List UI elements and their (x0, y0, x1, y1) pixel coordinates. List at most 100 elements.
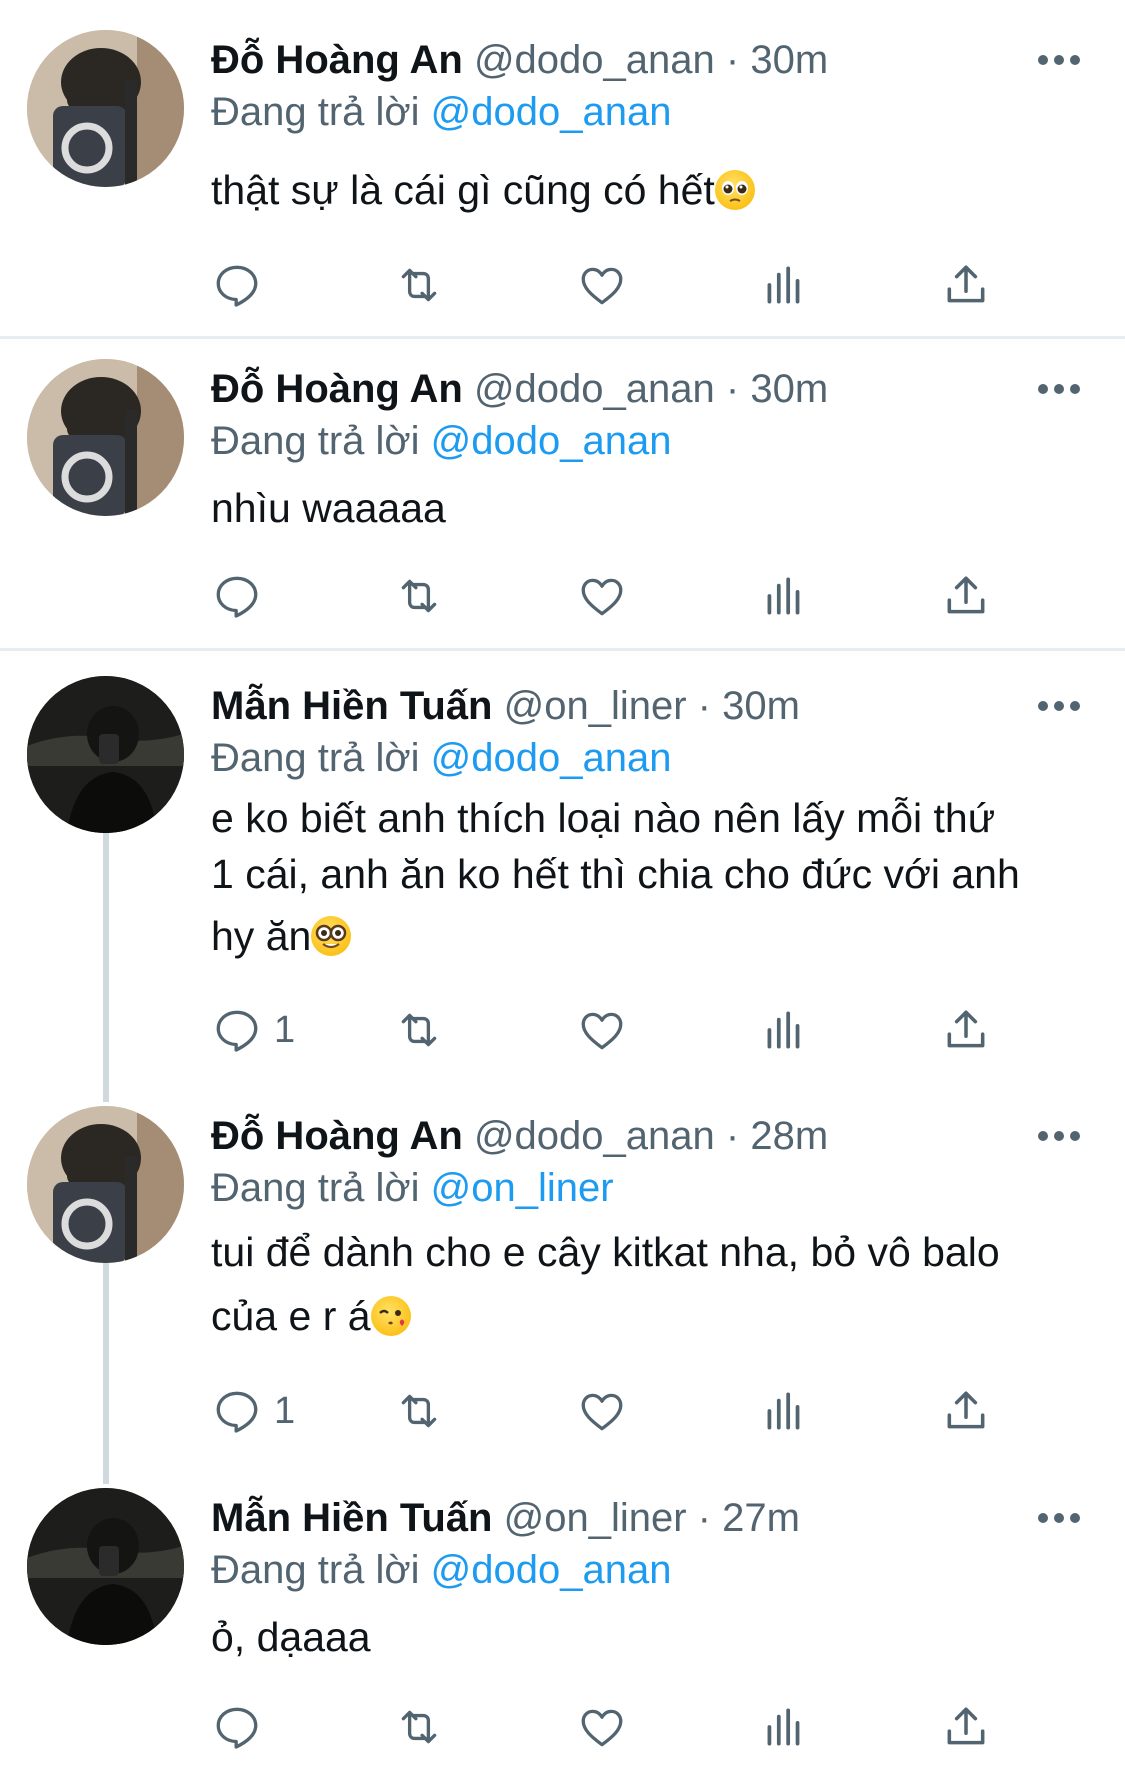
tweet-text: ỏ, dạaaa (211, 1605, 1091, 1669)
reply-button[interactable] (212, 1697, 274, 1757)
retweet-icon (401, 268, 437, 302)
replying-to: Đang trả lời @dodo_anan (211, 88, 672, 136)
retweet-icon (401, 1710, 437, 1744)
nerd-face-emoji (311, 916, 352, 956)
tweet[interactable]: Mẫn Hiền Tuấn @on_liner · 30m Đang trả l… (0, 646, 1125, 1086)
tweet-header: Đỗ Hoàng An @dodo_anan · 30m (211, 36, 828, 84)
share-icon (947, 1391, 985, 1429)
handle[interactable]: @on_liner (504, 684, 687, 728)
avatar[interactable] (27, 30, 184, 187)
share-button[interactable] (941, 566, 991, 626)
views-icon (767, 1392, 800, 1430)
like-icon (581, 1012, 623, 1050)
tweet[interactable]: Đỗ Hoàng An @dodo_anan · 28m Đang trả lờ… (0, 1076, 1125, 1476)
separator-dot: · (686, 1496, 723, 1540)
handle[interactable]: @dodo_anan (474, 38, 715, 82)
retweet-button[interactable] (394, 1000, 444, 1060)
display-name[interactable]: Mẫn Hiền Tuấn (211, 1496, 492, 1540)
retweet-button[interactable] (394, 1381, 444, 1441)
reply-button[interactable]: 1 (212, 1381, 295, 1441)
timestamp[interactable]: 30m (722, 684, 800, 728)
tweet-text-line: hy ăn (211, 913, 312, 959)
reply-mention[interactable]: @dodo_anan (431, 419, 672, 463)
action-bar: 1 (0, 1381, 1125, 1441)
retweet-button[interactable] (394, 255, 444, 315)
retweet-button[interactable] (394, 1697, 444, 1757)
reply-button[interactable] (212, 566, 274, 626)
views-button[interactable] (759, 566, 809, 626)
reply-mention[interactable]: @on_liner (431, 1166, 614, 1210)
reply-mention[interactable]: @dodo_anan (431, 1548, 672, 1592)
views-button[interactable] (759, 255, 809, 315)
avatar[interactable] (27, 676, 184, 833)
reply-count: 1 (274, 1389, 296, 1432)
like-button[interactable] (577, 1381, 627, 1441)
avatar[interactable] (27, 1106, 184, 1263)
share-button[interactable] (941, 1381, 991, 1441)
timestamp[interactable]: 30m (750, 367, 828, 411)
timestamp[interactable]: 27m (722, 1496, 800, 1540)
share-icon (947, 1010, 985, 1048)
display-name[interactable]: Đỗ Hoàng An (211, 367, 463, 411)
avatar[interactable] (27, 1488, 184, 1645)
tweet[interactable]: Đỗ Hoàng An @dodo_anan · 30m Đang trả lờ… (0, 329, 1125, 649)
tweet-text: tui để dành cho e cây kitkat nha, bỏ vô … (211, 1220, 1091, 1348)
like-icon (581, 1709, 623, 1747)
tweet[interactable]: Mẫn Hiền Tuấn @on_liner · 27m Đang trả l… (0, 1458, 1125, 1774)
replying-to-label: Đang trả lời (211, 1166, 420, 1210)
share-button[interactable] (941, 1000, 991, 1060)
tweet-text-line: thật sự là cái gì cũng có hết (211, 167, 715, 213)
action-bar (0, 566, 1125, 626)
reply-button[interactable] (212, 255, 274, 315)
retweet-icon (401, 579, 437, 613)
retweet-button[interactable] (394, 566, 444, 626)
tweet-text-line: e ko biết anh thích loại nào nên lấy mỗi… (211, 795, 996, 841)
views-button[interactable] (759, 1000, 809, 1060)
more-horizontal-icon[interactable] (1037, 1510, 1081, 1526)
more-horizontal-icon[interactable] (1037, 381, 1081, 397)
tweet-header: Đỗ Hoàng An @dodo_anan · 28m (211, 1112, 828, 1160)
replying-to: Đang trả lời @on_liner (211, 1164, 614, 1212)
views-icon (767, 577, 800, 615)
more-horizontal-icon[interactable] (1037, 1128, 1081, 1144)
like-button[interactable] (577, 566, 627, 626)
face-blowing-a-kiss-emoji (370, 1296, 411, 1336)
more-horizontal-icon[interactable] (1037, 698, 1081, 714)
timestamp[interactable]: 30m (750, 38, 828, 82)
tweet-header: Đỗ Hoàng An @dodo_anan · 30m (211, 365, 828, 413)
reply-icon (216, 1707, 258, 1749)
display-name[interactable]: Đỗ Hoàng An (211, 38, 463, 82)
reply-icon (216, 1391, 258, 1433)
reply-mention[interactable]: @dodo_anan (431, 90, 672, 134)
views-icon (767, 1708, 800, 1746)
reply-button[interactable]: 1 (212, 1000, 295, 1060)
more-horizontal-icon[interactable] (1037, 52, 1081, 68)
like-button[interactable] (577, 255, 627, 315)
handle[interactable]: @dodo_anan (474, 367, 715, 411)
tweet-text-line: của e r á (211, 1293, 371, 1339)
tweet-text-line: 1 cái, anh ăn ko hết thì chia cho đức vớ… (211, 851, 1020, 897)
separator-dot: · (686, 684, 723, 728)
share-button[interactable] (941, 1697, 991, 1757)
tweet-text-line: nhìu waaaaa (211, 485, 446, 531)
handle[interactable]: @dodo_anan (474, 1114, 715, 1158)
display-name[interactable]: Mẫn Hiền Tuấn (211, 684, 492, 728)
like-button[interactable] (577, 1697, 627, 1757)
display-name[interactable]: Đỗ Hoàng An (211, 1114, 463, 1158)
handle[interactable]: @on_liner (504, 1496, 687, 1540)
replying-to-label: Đang trả lời (211, 1548, 420, 1592)
like-button[interactable] (577, 1000, 627, 1060)
replying-to: Đang trả lời @dodo_anan (211, 734, 672, 782)
avatar[interactable] (27, 359, 184, 516)
reply-mention[interactable]: @dodo_anan (431, 736, 672, 780)
timestamp[interactable]: 28m (750, 1114, 828, 1158)
share-button[interactable] (941, 255, 991, 315)
tweet[interactable]: Đỗ Hoàng An @dodo_anan · 30m Đang trả lờ… (0, 0, 1125, 336)
action-bar: 1 (0, 1000, 1125, 1060)
views-button[interactable] (759, 1697, 809, 1757)
replying-to-label: Đang trả lời (211, 90, 420, 134)
views-button[interactable] (759, 1381, 809, 1441)
separator-dot: · (714, 367, 751, 411)
tweet-text-line: tui để dành cho e cây kitkat nha, bỏ vô … (211, 1229, 1000, 1275)
tweet-header: Mẫn Hiền Tuấn @on_liner · 30m (211, 682, 800, 730)
